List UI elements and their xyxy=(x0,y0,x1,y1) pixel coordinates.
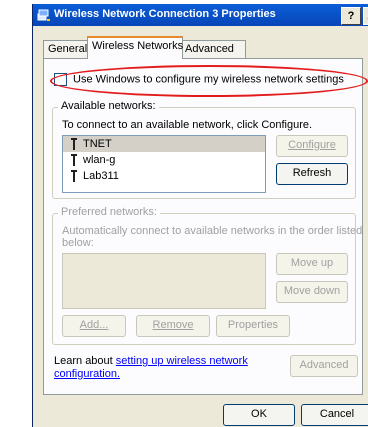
network-item-lab311[interactable]: Lab311 xyxy=(63,168,265,184)
refresh-button[interactable]: Refresh xyxy=(276,163,348,185)
preferred-description-line1: Automatically connect to available netwo… xyxy=(62,225,363,237)
add-button[interactable]: Add... xyxy=(62,315,126,337)
close-button[interactable]: X xyxy=(363,7,368,25)
move-up-button[interactable]: Move up xyxy=(276,253,348,275)
network-item-wlan-g[interactable]: wlan-g xyxy=(63,152,265,168)
help-button[interactable]: ? xyxy=(341,7,361,25)
use-windows-config-label: Use Windows to configure my wireless net… xyxy=(73,73,344,86)
properties-button[interactable]: Properties xyxy=(216,315,290,337)
tab-advanced[interactable]: Advanced xyxy=(180,40,246,58)
properties-dialog: Wireless Network Connection 3 Properties… xyxy=(32,4,368,427)
ok-button[interactable]: OK xyxy=(223,404,295,426)
preferred-networks-legend: Preferred networks: xyxy=(58,206,160,218)
preferred-networks-list[interactable] xyxy=(62,253,266,309)
remove-button[interactable]: Remove xyxy=(136,315,210,337)
available-networks-list[interactable]: TNET wlan-g Lab311 xyxy=(62,135,266,193)
use-windows-config-checkbox[interactable]: Use Windows to configure my wireless net… xyxy=(54,73,344,86)
available-networks-description: To connect to an available network, clic… xyxy=(62,119,313,131)
window-title: Wireless Network Connection 3 Properties xyxy=(54,8,276,20)
network-item-tnet[interactable]: TNET xyxy=(63,136,265,152)
configure-button[interactable]: Configure xyxy=(276,135,348,157)
advanced-button[interactable]: Advanced xyxy=(290,355,358,377)
antenna-icon xyxy=(71,138,77,151)
title-bar[interactable]: Wireless Network Connection 3 Properties… xyxy=(33,4,368,26)
tab-wireless-networks[interactable]: Wireless Networks xyxy=(87,36,183,59)
learn-about-text: Learn about setting up wireless network xyxy=(54,355,248,367)
learn-about-text-line2: configuration. xyxy=(54,368,120,380)
antenna-icon xyxy=(71,154,77,167)
cancel-button[interactable]: Cancel xyxy=(301,404,368,426)
setup-wireless-link-continued[interactable]: configuration. xyxy=(54,368,120,380)
preferred-description-line2: below: xyxy=(62,237,94,249)
network-connection-icon xyxy=(37,9,50,21)
tab-general[interactable]: General xyxy=(43,40,89,58)
wireless-networks-panel: Use Windows to configure my wireless net… xyxy=(43,58,368,395)
move-down-button[interactable]: Move down xyxy=(276,281,348,303)
checkbox-box[interactable] xyxy=(54,73,67,86)
available-networks-legend: Available networks: xyxy=(58,100,159,112)
antenna-icon xyxy=(71,170,77,183)
setup-wireless-link[interactable]: setting up wireless network xyxy=(116,355,248,367)
